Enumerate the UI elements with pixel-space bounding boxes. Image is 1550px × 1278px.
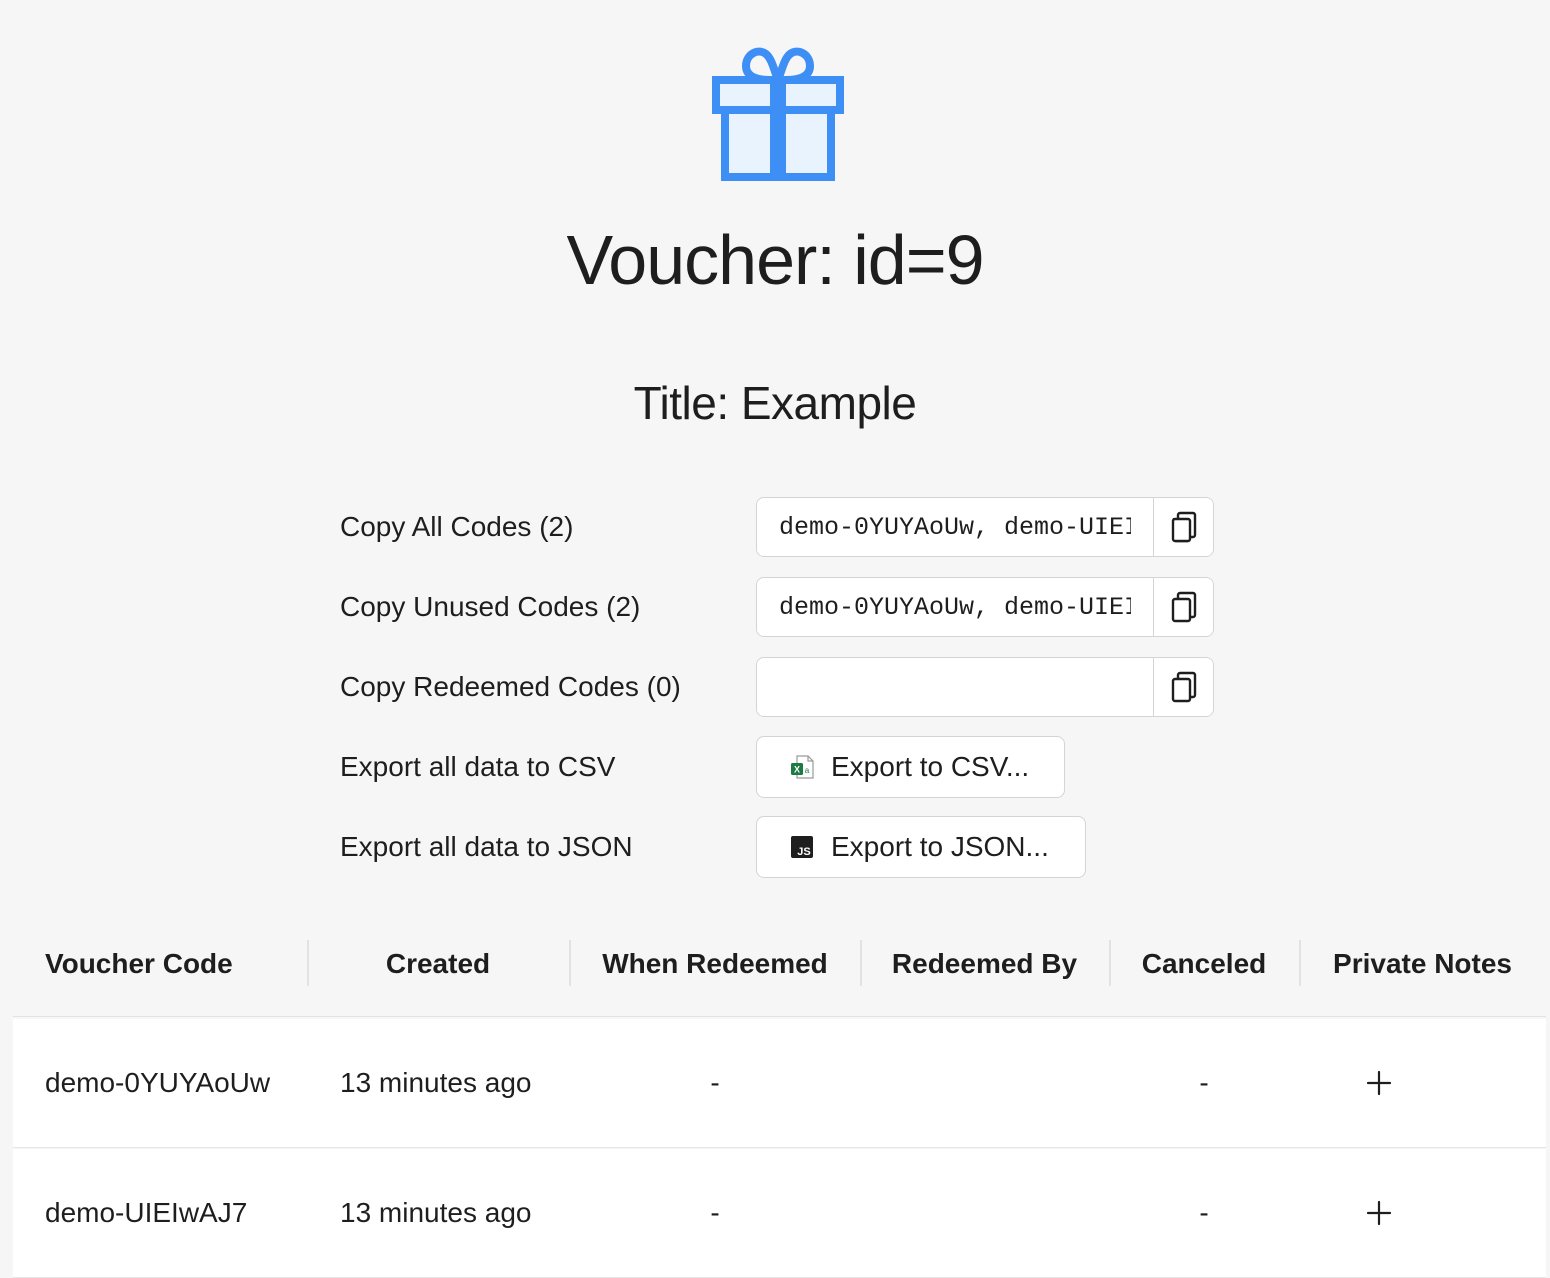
export-json-button-label: Export to JSON... [831, 831, 1049, 862]
redeemed-by-cell [860, 1149, 1109, 1277]
export-csv-button[interactable]: X a Export to CSV... [756, 736, 1065, 798]
copy-redeemed-input[interactable] [757, 658, 1153, 716]
copy-unused-input[interactable] [757, 578, 1153, 636]
add-note-button[interactable] [1359, 1063, 1399, 1103]
copy-unused-group [756, 577, 1214, 637]
page-title: Voucher: id=9 [566, 221, 984, 299]
column-header-created: Created [385, 948, 491, 979]
column-header-private-notes: Private Notes [1333, 948, 1512, 979]
table-header: Voucher Code Created When Redeemed Redee… [13, 928, 1546, 1017]
canceled-cell: - [1199, 1197, 1209, 1228]
copy-all-button[interactable] [1153, 498, 1213, 556]
private-notes-cell [1299, 1019, 1459, 1147]
copy-all-group [756, 497, 1214, 557]
copy-redeemed-row: Copy Redeemed Codes (0) [340, 655, 1214, 719]
redeemed-by-cell [860, 1019, 1109, 1147]
export-json-button[interactable]: JS Export to JSON... [756, 816, 1086, 878]
svg-text:JS: JS [797, 846, 810, 858]
copy-unused-button[interactable] [1153, 578, 1213, 636]
export-json-label: Export all data to JSON [340, 831, 633, 862]
export-json-row: Export all data to JSON JS Export to JSO… [340, 815, 1086, 879]
column-header-voucher-code: Voucher Code [45, 948, 233, 979]
copy-icon [1171, 511, 1196, 543]
voucher-subtitle: Title: Example [633, 377, 917, 429]
voucher-code-cell: demo-0YUYAoUw [45, 1067, 271, 1098]
when-redeemed-cell: - [710, 1067, 720, 1098]
table-row: demo-UIEIwAJ7 13 minutes ago - - [13, 1149, 1546, 1278]
copy-unused-row: Copy Unused Codes (2) [340, 575, 1214, 639]
created-cell: 13 minutes ago [340, 1197, 532, 1228]
copy-icon [1171, 591, 1196, 623]
copy-redeemed-button[interactable] [1153, 658, 1213, 716]
export-csv-row: Export all data to CSV X a Export to CSV… [340, 735, 1065, 799]
export-csv-label: Export all data to CSV [340, 751, 616, 782]
copy-icon [1171, 671, 1196, 703]
table-row: demo-0YUYAoUw 13 minutes ago - - [13, 1019, 1546, 1148]
voucher-code-cell: demo-UIEIwAJ7 [45, 1197, 248, 1228]
column-header-canceled: Canceled [1141, 948, 1267, 979]
private-notes-cell [1299, 1149, 1459, 1277]
copy-redeemed-label: Copy Redeemed Codes (0) [340, 671, 681, 702]
export-csv-button-label: Export to CSV... [831, 751, 1030, 782]
copy-unused-label: Copy Unused Codes (2) [340, 591, 641, 622]
when-redeemed-cell: - [710, 1197, 720, 1228]
plus-icon [1366, 1070, 1392, 1096]
add-note-button[interactable] [1359, 1193, 1399, 1233]
excel-file-icon: X a [789, 754, 815, 780]
column-header-when-redeemed: When Redeemed [602, 948, 828, 979]
created-cell: 13 minutes ago [340, 1067, 532, 1098]
copy-all-input[interactable] [757, 498, 1153, 556]
js-file-icon: JS [789, 834, 815, 860]
column-header-redeemed-by: Redeemed By [891, 948, 1078, 979]
plus-icon [1366, 1200, 1392, 1226]
copy-all-row: Copy All Codes (2) [340, 495, 1214, 559]
gift-icon [712, 47, 844, 181]
svg-text:a: a [805, 766, 810, 775]
svg-text:X: X [794, 765, 800, 775]
copy-all-label: Copy All Codes (2) [340, 511, 574, 542]
canceled-cell: - [1199, 1067, 1209, 1098]
copy-redeemed-group [756, 657, 1214, 717]
